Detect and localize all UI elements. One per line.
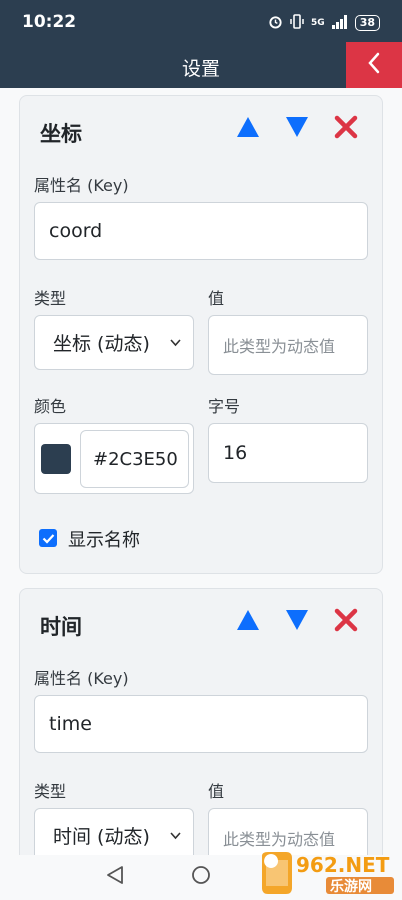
property-card-time: 时间 属性名 (Key) time 类型 时间 (动态) 值 此类型为动态值 <box>19 588 383 855</box>
card-title: 时间 <box>40 615 82 639</box>
close-icon <box>334 608 358 636</box>
key-label: 属性名 (Key) <box>34 669 129 688</box>
value-label: 值 <box>208 782 225 801</box>
key-input[interactable]: coord <box>34 202 368 260</box>
alarm-icon <box>268 14 283 32</box>
color-input-group: #2C3E50 <box>34 423 194 494</box>
move-up-button[interactable] <box>232 114 264 144</box>
circle-icon <box>191 865 211 889</box>
nav-back-button[interactable] <box>103 865 127 889</box>
type-label: 类型 <box>34 782 67 801</box>
page-title: 设置 <box>181 58 220 80</box>
key-label: 属性名 (Key) <box>34 176 129 195</box>
type-label: 类型 <box>34 289 67 308</box>
triangle-up-icon <box>236 609 260 635</box>
back-button[interactable] <box>346 42 402 88</box>
checkmark-icon <box>42 529 55 548</box>
chevron-left-icon <box>367 52 381 78</box>
move-up-button[interactable] <box>232 607 264 637</box>
signal-icon <box>331 14 348 32</box>
close-icon <box>334 115 358 143</box>
property-card-coord: 坐标 属性名 (Key) coord 类型 坐标 (动态) 值 此类型为动态值 … <box>19 95 383 574</box>
status-time: 10:22 <box>22 12 77 32</box>
chevron-down-icon <box>170 336 181 350</box>
card-title: 坐标 <box>40 122 82 146</box>
type-select[interactable]: 时间 (动态) <box>34 808 194 855</box>
watermark-text-top: 962.NET <box>296 853 390 877</box>
nav-home-button[interactable] <box>189 865 213 889</box>
chevron-down-icon <box>170 829 181 843</box>
value-label: 值 <box>208 289 225 308</box>
settings-content[interactable]: 坐标 属性名 (Key) coord 类型 坐标 (动态) 值 此类型为动态值 … <box>0 88 402 855</box>
move-down-button[interactable] <box>281 607 313 637</box>
fontsize-input[interactable]: 16 <box>208 423 368 483</box>
app-header: 设置 <box>0 42 402 88</box>
type-select-value: 时间 (动态) <box>53 826 150 848</box>
type-select[interactable]: 坐标 (动态) <box>34 315 194 370</box>
battery-indicator: 38 <box>354 15 380 31</box>
show-name-checkbox[interactable] <box>39 529 57 547</box>
fontsize-label: 字号 <box>208 397 241 416</box>
vibrate-icon <box>290 14 304 32</box>
color-hex-input[interactable]: #2C3E50 <box>80 430 189 488</box>
value-input[interactable]: 此类型为动态值 <box>208 808 368 855</box>
triangle-left-icon <box>106 865 124 889</box>
show-name-label: 显示名称 <box>68 530 140 551</box>
key-input[interactable]: time <box>34 695 368 753</box>
delete-button[interactable] <box>330 114 362 144</box>
watermark-text-bottom: 乐游网 <box>330 878 372 895</box>
color-swatch[interactable] <box>41 444 71 474</box>
delete-button[interactable] <box>330 607 362 637</box>
site-watermark: 962.NET 乐游网 <box>258 850 398 896</box>
triangle-down-icon <box>285 609 309 635</box>
value-input[interactable]: 此类型为动态值 <box>208 315 368 375</box>
color-label: 颜色 <box>34 397 67 416</box>
status-icons: 5G 38 <box>268 14 380 32</box>
move-down-button[interactable] <box>281 114 313 144</box>
status-bar: 10:22 5G 38 <box>0 0 402 44</box>
triangle-down-icon <box>285 116 309 142</box>
type-select-value: 坐标 (动态) <box>53 333 150 355</box>
triangle-up-icon <box>236 116 260 142</box>
network-label: 5G <box>311 18 325 28</box>
